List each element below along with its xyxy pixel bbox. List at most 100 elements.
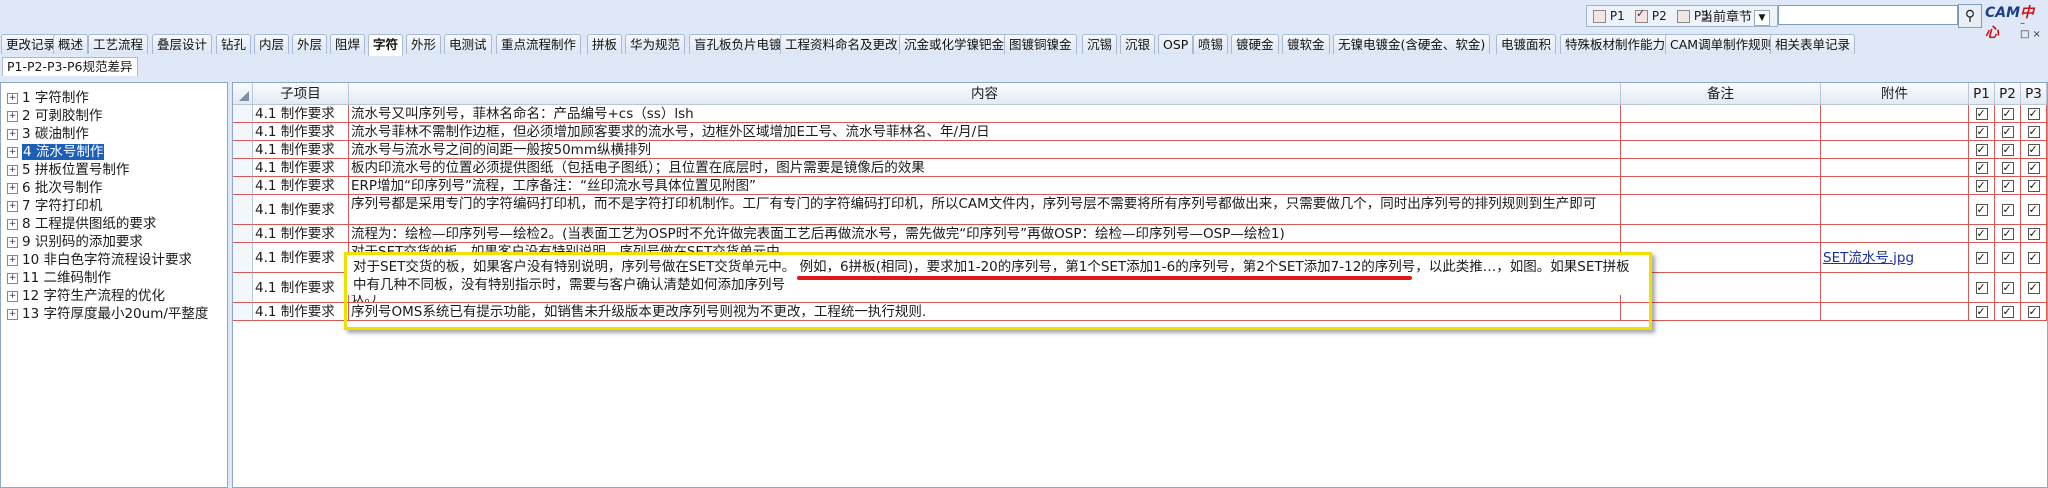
- p1-row-checkbox[interactable]: [1975, 280, 1988, 296]
- expand-icon[interactable]: +: [7, 272, 18, 284]
- row-header[interactable]: [233, 141, 253, 159]
- tab-plant-diff[interactable]: P1-P2-P3-P6规范差异: [2, 57, 138, 76]
- tab-28[interactable]: CAM调单制作规则: [1665, 34, 1779, 54]
- col-header-p3[interactable]: P3: [2021, 83, 2047, 105]
- expand-icon[interactable]: +: [7, 218, 18, 230]
- p2-row-checkbox[interactable]: [2001, 226, 2014, 242]
- search-input[interactable]: [1778, 5, 1958, 25]
- p1-row-checkbox[interactable]: [1975, 160, 1988, 176]
- tree-item[interactable]: +9 识别码的添加要求: [7, 233, 143, 251]
- tab-21[interactable]: OSP: [1158, 34, 1194, 54]
- tab-15[interactable]: 盲孔板负片电镀: [689, 34, 787, 54]
- expand-icon[interactable]: +: [7, 236, 18, 248]
- row-header[interactable]: [233, 195, 253, 225]
- tab-14[interactable]: 华为规范: [625, 34, 686, 54]
- tab-1[interactable]: 更改记录: [1, 34, 62, 54]
- tab-4[interactable]: 叠层设计: [152, 34, 213, 54]
- tab-10[interactable]: 外形: [406, 34, 442, 54]
- col-header-p2[interactable]: P2: [1995, 83, 2021, 105]
- tree-item[interactable]: +3 碳油制作: [7, 125, 89, 143]
- row-header[interactable]: [233, 225, 253, 243]
- p2-filter[interactable]: P2: [1635, 7, 1667, 23]
- expand-icon[interactable]: +: [7, 164, 18, 176]
- tab-18[interactable]: 图镀铜镍金: [1004, 34, 1077, 54]
- row-header[interactable]: [233, 159, 253, 177]
- table-row[interactable]: 4.1 制作要求 流程为：绘检—印序列号—绘检2。(当表面工艺为OSP时不允许做完…: [233, 225, 2047, 243]
- tab-26[interactable]: 电镀面积: [1496, 34, 1557, 54]
- p3-row-checkbox[interactable]: [2027, 280, 2040, 296]
- tab-16[interactable]: 工程资料命名及更改: [780, 34, 903, 54]
- grid-corner[interactable]: [233, 83, 253, 105]
- table-row[interactable]: 4.1 制作要求 流水号与流水号之间的间距一般按50mm纵横排列: [233, 141, 2047, 159]
- expand-icon[interactable]: +: [7, 254, 18, 266]
- p3-row-checkbox[interactable]: [2027, 226, 2040, 242]
- tab-20[interactable]: 沉银: [1120, 34, 1156, 54]
- p2-row-checkbox[interactable]: [2001, 106, 2014, 122]
- expand-icon[interactable]: +: [7, 92, 18, 104]
- p2-checkbox[interactable]: [1635, 7, 1648, 23]
- p1-row-checkbox[interactable]: [1975, 250, 1988, 266]
- col-header-p1[interactable]: P1: [1969, 83, 1995, 105]
- table-row[interactable]: 4.1 制作要求 序列号都是采用专门的字符编码打印机，而不是字符打印机制作。工厂有…: [233, 195, 2047, 225]
- tab-9[interactable]: 字符: [368, 34, 404, 56]
- tab-13[interactable]: 拼板: [587, 34, 623, 54]
- table-row[interactable]: 4.1 制作要求 流水号菲林不需制作边框，但必须增加顾客要求的流水号，边框外区域增…: [233, 123, 2047, 141]
- expand-icon[interactable]: +: [7, 182, 18, 194]
- tree-item[interactable]: +11 二维码制作: [7, 269, 111, 287]
- tab-11[interactable]: 电测试: [444, 34, 492, 54]
- chapter-select[interactable]: 当前章节 ▼: [1700, 6, 1771, 26]
- tree-item[interactable]: +1 字符制作: [7, 89, 89, 107]
- tree-item[interactable]: +10 非白色字符流程设计要求: [7, 251, 192, 269]
- p2-row-checkbox[interactable]: [2001, 124, 2014, 140]
- col-header-sub[interactable]: 子项目: [253, 83, 349, 105]
- col-header-attach[interactable]: 附件: [1821, 83, 1969, 105]
- row-header[interactable]: [233, 303, 253, 321]
- tree-item[interactable]: +12 字符生产流程的优化: [7, 287, 165, 305]
- expand-icon[interactable]: +: [7, 200, 18, 212]
- p2-row-checkbox[interactable]: [2001, 202, 2014, 218]
- p3-row-checkbox[interactable]: [2027, 202, 2040, 218]
- p3-row-checkbox[interactable]: [2027, 178, 2040, 194]
- p2-row-checkbox[interactable]: [2001, 142, 2014, 158]
- p1-row-checkbox[interactable]: [1975, 124, 1988, 140]
- attachment-link[interactable]: SET流水号.jpg: [1823, 250, 1914, 266]
- tab-22[interactable]: 喷锡: [1193, 34, 1229, 54]
- p1-row-checkbox[interactable]: [1975, 202, 1988, 218]
- search-icon[interactable]: ⚲: [1958, 4, 1982, 28]
- p1-checkbox[interactable]: [1593, 10, 1606, 23]
- expand-icon[interactable]: +: [7, 146, 18, 158]
- tab-12[interactable]: 重点流程制作: [496, 34, 582, 54]
- table-row[interactable]: 4.1 制作要求 ERP增加“印序列号”流程，工序备注：“丝印流水号具体位置见附图…: [233, 177, 2047, 195]
- tab-29[interactable]: 相关表单记录: [1770, 34, 1856, 54]
- row-header[interactable]: [233, 273, 253, 303]
- expand-icon[interactable]: +: [7, 308, 18, 320]
- p1-row-checkbox[interactable]: [1975, 178, 1988, 194]
- tree-item[interactable]: +13 字符厚度最小20um/平整度: [7, 305, 208, 323]
- tree-item[interactable]: +4 流水号制作: [7, 143, 105, 161]
- tab-6[interactable]: 内层: [254, 34, 290, 54]
- tab-7[interactable]: 外层: [292, 34, 328, 54]
- tab-5[interactable]: 钻孔: [216, 34, 252, 54]
- table-row[interactable]: 4.1 制作要求 板内印流水号的位置必须提供图纸（包括电子图纸）；且位置在底层时，…: [233, 159, 2047, 177]
- p2-row-checkbox[interactable]: [2001, 280, 2014, 296]
- row-header[interactable]: [233, 243, 253, 273]
- p3-checkbox[interactable]: [1677, 10, 1690, 23]
- tree-item[interactable]: +2 可剥胶制作: [7, 107, 102, 125]
- tab-8[interactable]: 阻焊: [330, 34, 366, 54]
- tree-item[interactable]: +5 拼板位置号制作: [7, 161, 129, 179]
- p3-row-checkbox[interactable]: [2027, 304, 2040, 320]
- p1-row-checkbox[interactable]: [1975, 304, 1988, 320]
- tab-25[interactable]: 无镍电镀金(含硬金、软金): [1333, 34, 1491, 54]
- tab-19[interactable]: 沉锡: [1082, 34, 1118, 54]
- p3-row-checkbox[interactable]: [2027, 106, 2040, 122]
- p1-row-checkbox[interactable]: [1975, 226, 1988, 242]
- table-row[interactable]: 4.1 制作要求 流水号又叫序列号，菲林名命名：产品编号+cs（ss）lsh: [233, 105, 2047, 123]
- tab-3[interactable]: 工艺流程: [88, 34, 149, 54]
- p2-row-checkbox[interactable]: [2001, 250, 2014, 266]
- tab-2[interactable]: 概述: [53, 34, 89, 54]
- p3-row-checkbox[interactable]: [2027, 142, 2040, 158]
- row-header[interactable]: [233, 105, 253, 123]
- p2-row-checkbox[interactable]: [2001, 178, 2014, 194]
- chevron-down-icon[interactable]: ▼: [1754, 9, 1771, 26]
- tab-27[interactable]: 特殊板材制作能力: [1560, 34, 1671, 54]
